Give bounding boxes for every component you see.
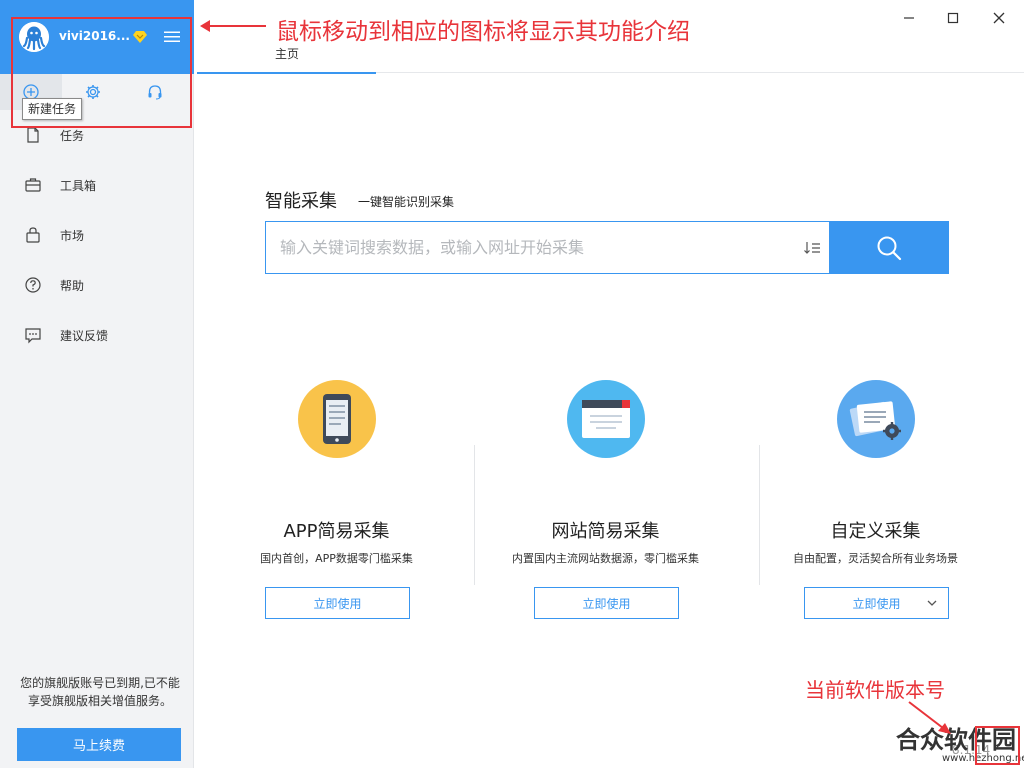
card-title: APP简易采集	[283, 521, 390, 542]
help-icon	[25, 277, 41, 293]
minimize-button[interactable]	[898, 7, 920, 29]
card-website-collect: 网站简易采集 内置国内主流网站数据源，零门槛采集 立即使用	[468, 380, 743, 620]
card-description: 自由配置，灵活契合所有业务场景	[793, 552, 958, 565]
sidebar-item-feedback[interactable]: 建议反馈	[0, 313, 194, 357]
sidebar-item-label: 市场	[60, 228, 85, 243]
card-title: 网站简易采集	[551, 521, 660, 542]
card-title: 自定义采集	[830, 521, 921, 542]
card-icon-circle	[298, 380, 376, 458]
card-description: 国内首创，APP数据零门槛采集	[260, 552, 413, 565]
toolbox-icon	[25, 178, 41, 192]
annotation-text-top: 鼠标移动到相应的图标将显示其功能介绍	[276, 19, 690, 45]
annotation-arrow-left-icon	[200, 20, 266, 32]
sidebar-item-label: 工具箱	[60, 178, 97, 193]
card-description: 内置国内主流网站数据源，零门槛采集	[512, 552, 699, 565]
smart-collect-title: 智能采集	[265, 191, 337, 212]
annotation-arrow-down-icon	[908, 701, 951, 734]
sidebar-item-toolbox[interactable]: 工具箱	[0, 163, 194, 207]
tab-bar-divider	[376, 72, 1024, 73]
minimize-icon	[904, 17, 914, 19]
search-icon	[877, 236, 901, 260]
search-bar	[265, 221, 949, 274]
sort-list-icon	[804, 241, 820, 254]
card-custom-collect: 自定义采集 自由配置，灵活契合所有业务场景 立即使用	[738, 380, 1013, 620]
search-button[interactable]	[829, 222, 948, 273]
expire-notice: 您的旗舰版账号已到期,已不能享受旗舰版相关增值服务。	[20, 676, 180, 708]
use-now-button[interactable]: 立即使用	[265, 587, 410, 619]
sidebar-item-market[interactable]: 市场	[0, 213, 194, 257]
tab-home-label: 主页	[275, 47, 300, 61]
browser-window-icon	[582, 400, 630, 438]
card-icon-circle	[567, 380, 645, 458]
use-now-label: 立即使用	[852, 596, 901, 611]
shopping-bag-icon	[26, 227, 40, 243]
sidebar-item-label: 任务	[60, 128, 85, 143]
use-now-button[interactable]: 立即使用	[534, 587, 679, 619]
smart-collect-subtitle: 一键智能识别采集	[358, 195, 455, 209]
renew-button[interactable]: 马上续费	[17, 728, 181, 761]
sidebar-item-label: 建议反馈	[60, 328, 109, 343]
document-gear-icon	[849, 401, 901, 440]
file-icon	[27, 127, 39, 143]
card-app-collect: APP简易采集 国内首创，APP数据零门槛采集 立即使用	[199, 380, 474, 620]
close-button[interactable]	[988, 7, 1010, 29]
maximize-button[interactable]	[942, 7, 964, 29]
annotation-box-version	[975, 726, 1020, 765]
sort-button[interactable]	[795, 222, 829, 273]
use-now-dropdown-button[interactable]: 立即使用	[804, 587, 949, 619]
maximize-icon	[947, 12, 959, 24]
card-icon-circle	[837, 380, 915, 458]
phone-icon	[323, 394, 351, 444]
sidebar-item-label: 帮助	[60, 278, 85, 293]
annotation-text-bottom: 当前软件版本号	[805, 678, 945, 702]
feedback-icon	[25, 328, 41, 344]
sidebar-item-help[interactable]: 帮助	[0, 263, 194, 307]
search-input[interactable]	[266, 222, 795, 273]
close-icon	[993, 12, 1005, 24]
app-window: vivi2016... 新建任务 任务 工具箱 市场 帮助 建议反馈 您的旗舰版…	[0, 0, 1024, 768]
annotation-box-sidebar	[11, 17, 192, 128]
chevron-down-icon[interactable]	[926, 597, 938, 609]
